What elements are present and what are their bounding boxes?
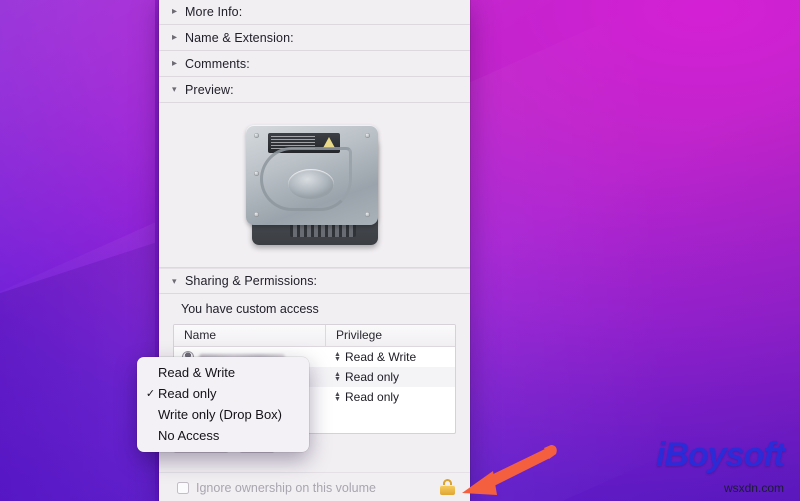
- desktop-background: ▸ More Info: ▸ Name & Extension: ▸ Comme…: [0, 0, 800, 501]
- section-comments-label: Comments:: [185, 56, 250, 71]
- menu-item-label: Write only (Drop Box): [158, 407, 283, 422]
- chevron-down-icon[interactable]: ▾: [172, 85, 185, 94]
- column-header-privilege: Privilege: [336, 328, 383, 342]
- screw-icon: [253, 171, 259, 176]
- lock-body: [440, 485, 455, 495]
- menu-item-no-access[interactable]: No Access: [137, 425, 309, 446]
- lock-closed-icon[interactable]: [439, 479, 456, 496]
- row-privilege-cell[interactable]: ▲ ▼ Read only: [326, 370, 455, 384]
- watermark-brand: iBoysoft: [656, 436, 785, 474]
- menu-item-label: Read only: [158, 386, 217, 401]
- access-summary-text: You have custom access: [181, 302, 319, 316]
- menu-item-label: Read & Write: [158, 365, 236, 380]
- permissions-table-header: Name Privilege: [174, 325, 455, 347]
- section-more-info[interactable]: ▸ More Info:: [159, 0, 470, 25]
- section-comments[interactable]: ▸ Comments:: [159, 51, 470, 77]
- row-privilege-cell[interactable]: ▲ ▼ Read only: [326, 390, 455, 404]
- chevron-down-icon[interactable]: ▾: [172, 276, 185, 286]
- window-footer: Ignore ownership on this volume: [159, 472, 470, 501]
- hard-drive-spindle: [287, 169, 334, 199]
- stepper-icon[interactable]: ▲ ▼: [334, 371, 342, 383]
- row-privilege-value: Read only: [345, 390, 400, 404]
- section-name-extension[interactable]: ▸ Name & Extension:: [159, 25, 470, 51]
- watermark-url: wsxdn.com: [723, 481, 784, 495]
- hard-drive-top-plate: [245, 125, 378, 225]
- stepper-icon[interactable]: ▲ ▼: [334, 391, 342, 403]
- ignore-ownership-label: Ignore ownership on this volume: [196, 480, 376, 495]
- row-privilege-cell[interactable]: ▲ ▼ Read & Write: [326, 350, 455, 364]
- section-more-info-label: More Info:: [185, 4, 243, 19]
- hard-drive-icon: [245, 119, 384, 251]
- chevron-right-icon[interactable]: ▸: [172, 32, 185, 43]
- screw-icon: [364, 133, 370, 138]
- screw-icon: [364, 212, 370, 217]
- chevron-right-icon[interactable]: ▸: [172, 58, 185, 69]
- screw-icon: [253, 133, 259, 138]
- screw-icon: [253, 212, 259, 217]
- menu-item-read-write[interactable]: Read & Write: [137, 362, 309, 383]
- section-sharing-permissions[interactable]: ▾ Sharing & Permissions:: [159, 268, 470, 294]
- menu-item-read-only[interactable]: ✓ Read only: [137, 383, 309, 404]
- menu-item-write-only[interactable]: Write only (Drop Box): [137, 404, 309, 425]
- row-privilege-value: Read only: [345, 370, 400, 384]
- stepper-icon[interactable]: ▲ ▼: [334, 351, 342, 363]
- section-preview[interactable]: ▾ Preview:: [159, 77, 470, 103]
- section-name-extension-label: Name & Extension:: [185, 30, 294, 45]
- privilege-dropdown-menu[interactable]: Read & Write ✓ Read only Write only (Dro…: [137, 357, 309, 452]
- chevron-right-icon[interactable]: ▸: [172, 6, 185, 17]
- section-sharing-permissions-label: Sharing & Permissions:: [185, 274, 318, 288]
- section-preview-label: Preview:: [185, 82, 234, 97]
- row-privilege-value: Read & Write: [345, 350, 417, 364]
- menu-item-label: No Access: [158, 428, 220, 443]
- checkmark-icon: ✓: [145, 388, 156, 400]
- ignore-ownership-checkbox[interactable]: [177, 481, 189, 494]
- column-header-name: Name: [174, 325, 326, 346]
- preview-body: [159, 103, 470, 268]
